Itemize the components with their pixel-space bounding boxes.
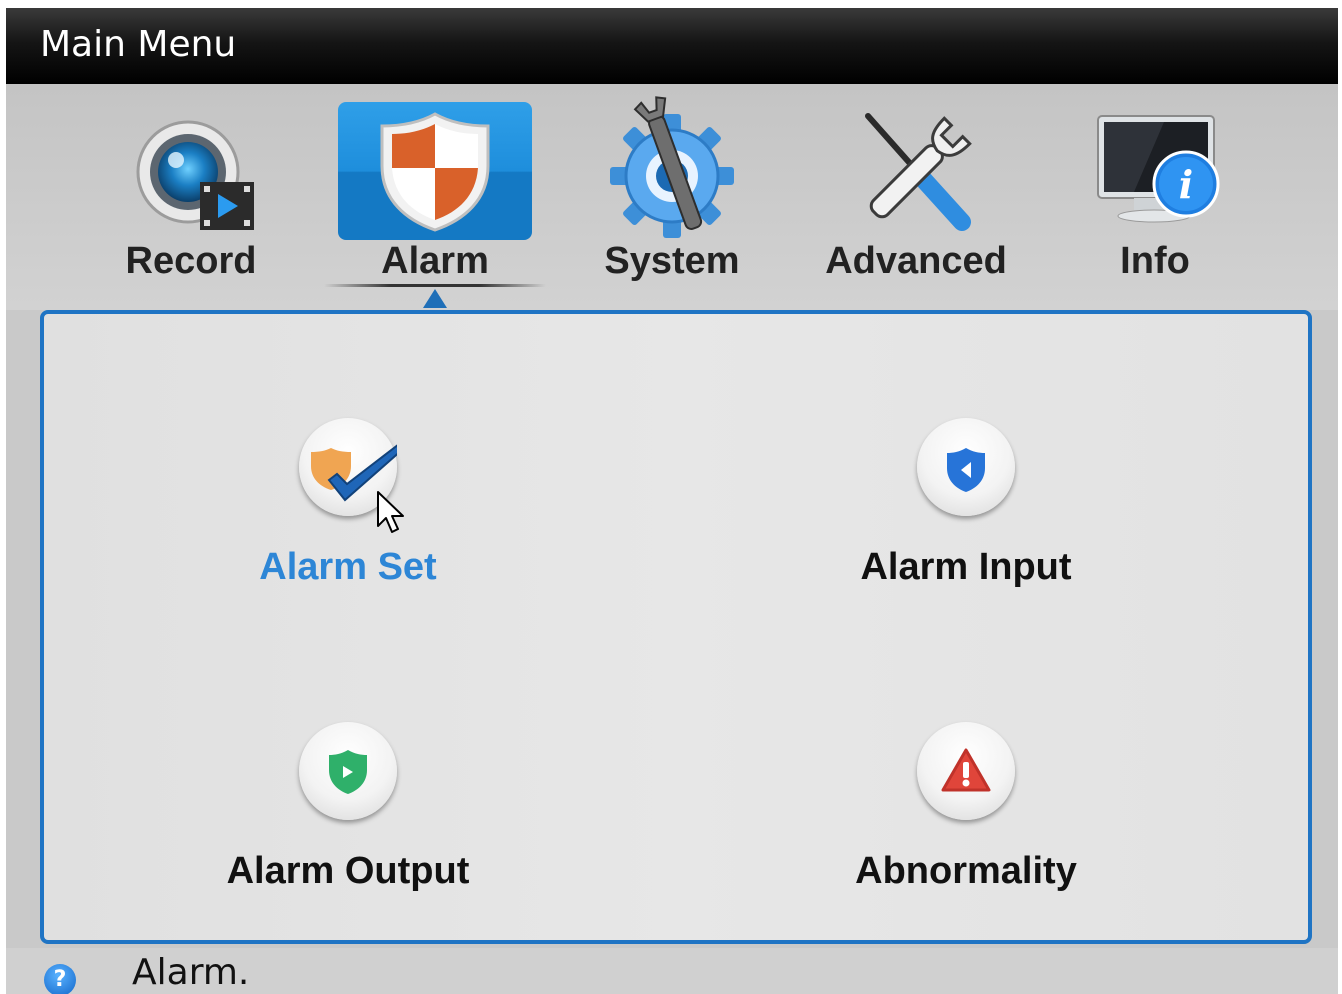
status-text: Alarm. <box>132 952 250 993</box>
submenu-alarm-output-label: Alarm Output <box>226 850 470 892</box>
alarm-underline <box>324 284 546 287</box>
menu-item-system-label: System <box>604 240 740 282</box>
alarm-input-icon <box>917 418 1015 516</box>
menu-item-info-label: Info <box>1120 240 1190 282</box>
help-icon[interactable]: ? <box>44 964 76 994</box>
menu-item-record[interactable]: Record <box>104 84 278 294</box>
main-menu-window: Main Menu Record Alarm System Advanced i… <box>6 8 1338 994</box>
window-title: Main Menu <box>40 24 237 65</box>
menu-item-alarm[interactable]: Alarm <box>338 84 532 294</box>
menu-item-alarm-label: Alarm <box>381 240 489 282</box>
alarm-output-icon <box>299 722 397 820</box>
status-bar: ? Alarm. <box>6 948 1338 994</box>
menu-item-system[interactable]: System <box>584 84 760 294</box>
title-bar: Main Menu <box>6 8 1338 84</box>
alarm-submenu-panel <box>40 310 1312 944</box>
menu-item-advanced-label: Advanced <box>825 240 1007 282</box>
submenu-alarm-set-label: Alarm Set <box>259 546 437 588</box>
top-menu: Record Alarm System Advanced i Info <box>6 84 1338 310</box>
submenu-abnormality-label: Abnormality <box>855 850 1077 892</box>
camera-record-icon <box>136 120 254 230</box>
menu-item-advanced[interactable]: Advanced <box>818 84 1014 294</box>
alarm-shield-icon <box>380 112 490 232</box>
submenu-alarm-input-label: Alarm Input <box>860 546 1072 588</box>
svg-text:i: i <box>1179 162 1193 207</box>
menu-item-record-label: Record <box>125 240 257 282</box>
abnormality-icon <box>917 722 1015 820</box>
system-gear-icon <box>610 96 734 238</box>
monitor-info-icon: i <box>1097 115 1220 223</box>
menu-item-info[interactable]: i Info <box>1088 84 1222 294</box>
tools-icon <box>865 113 972 231</box>
selection-pointer <box>423 289 447 308</box>
mouse-cursor-icon <box>377 491 404 533</box>
